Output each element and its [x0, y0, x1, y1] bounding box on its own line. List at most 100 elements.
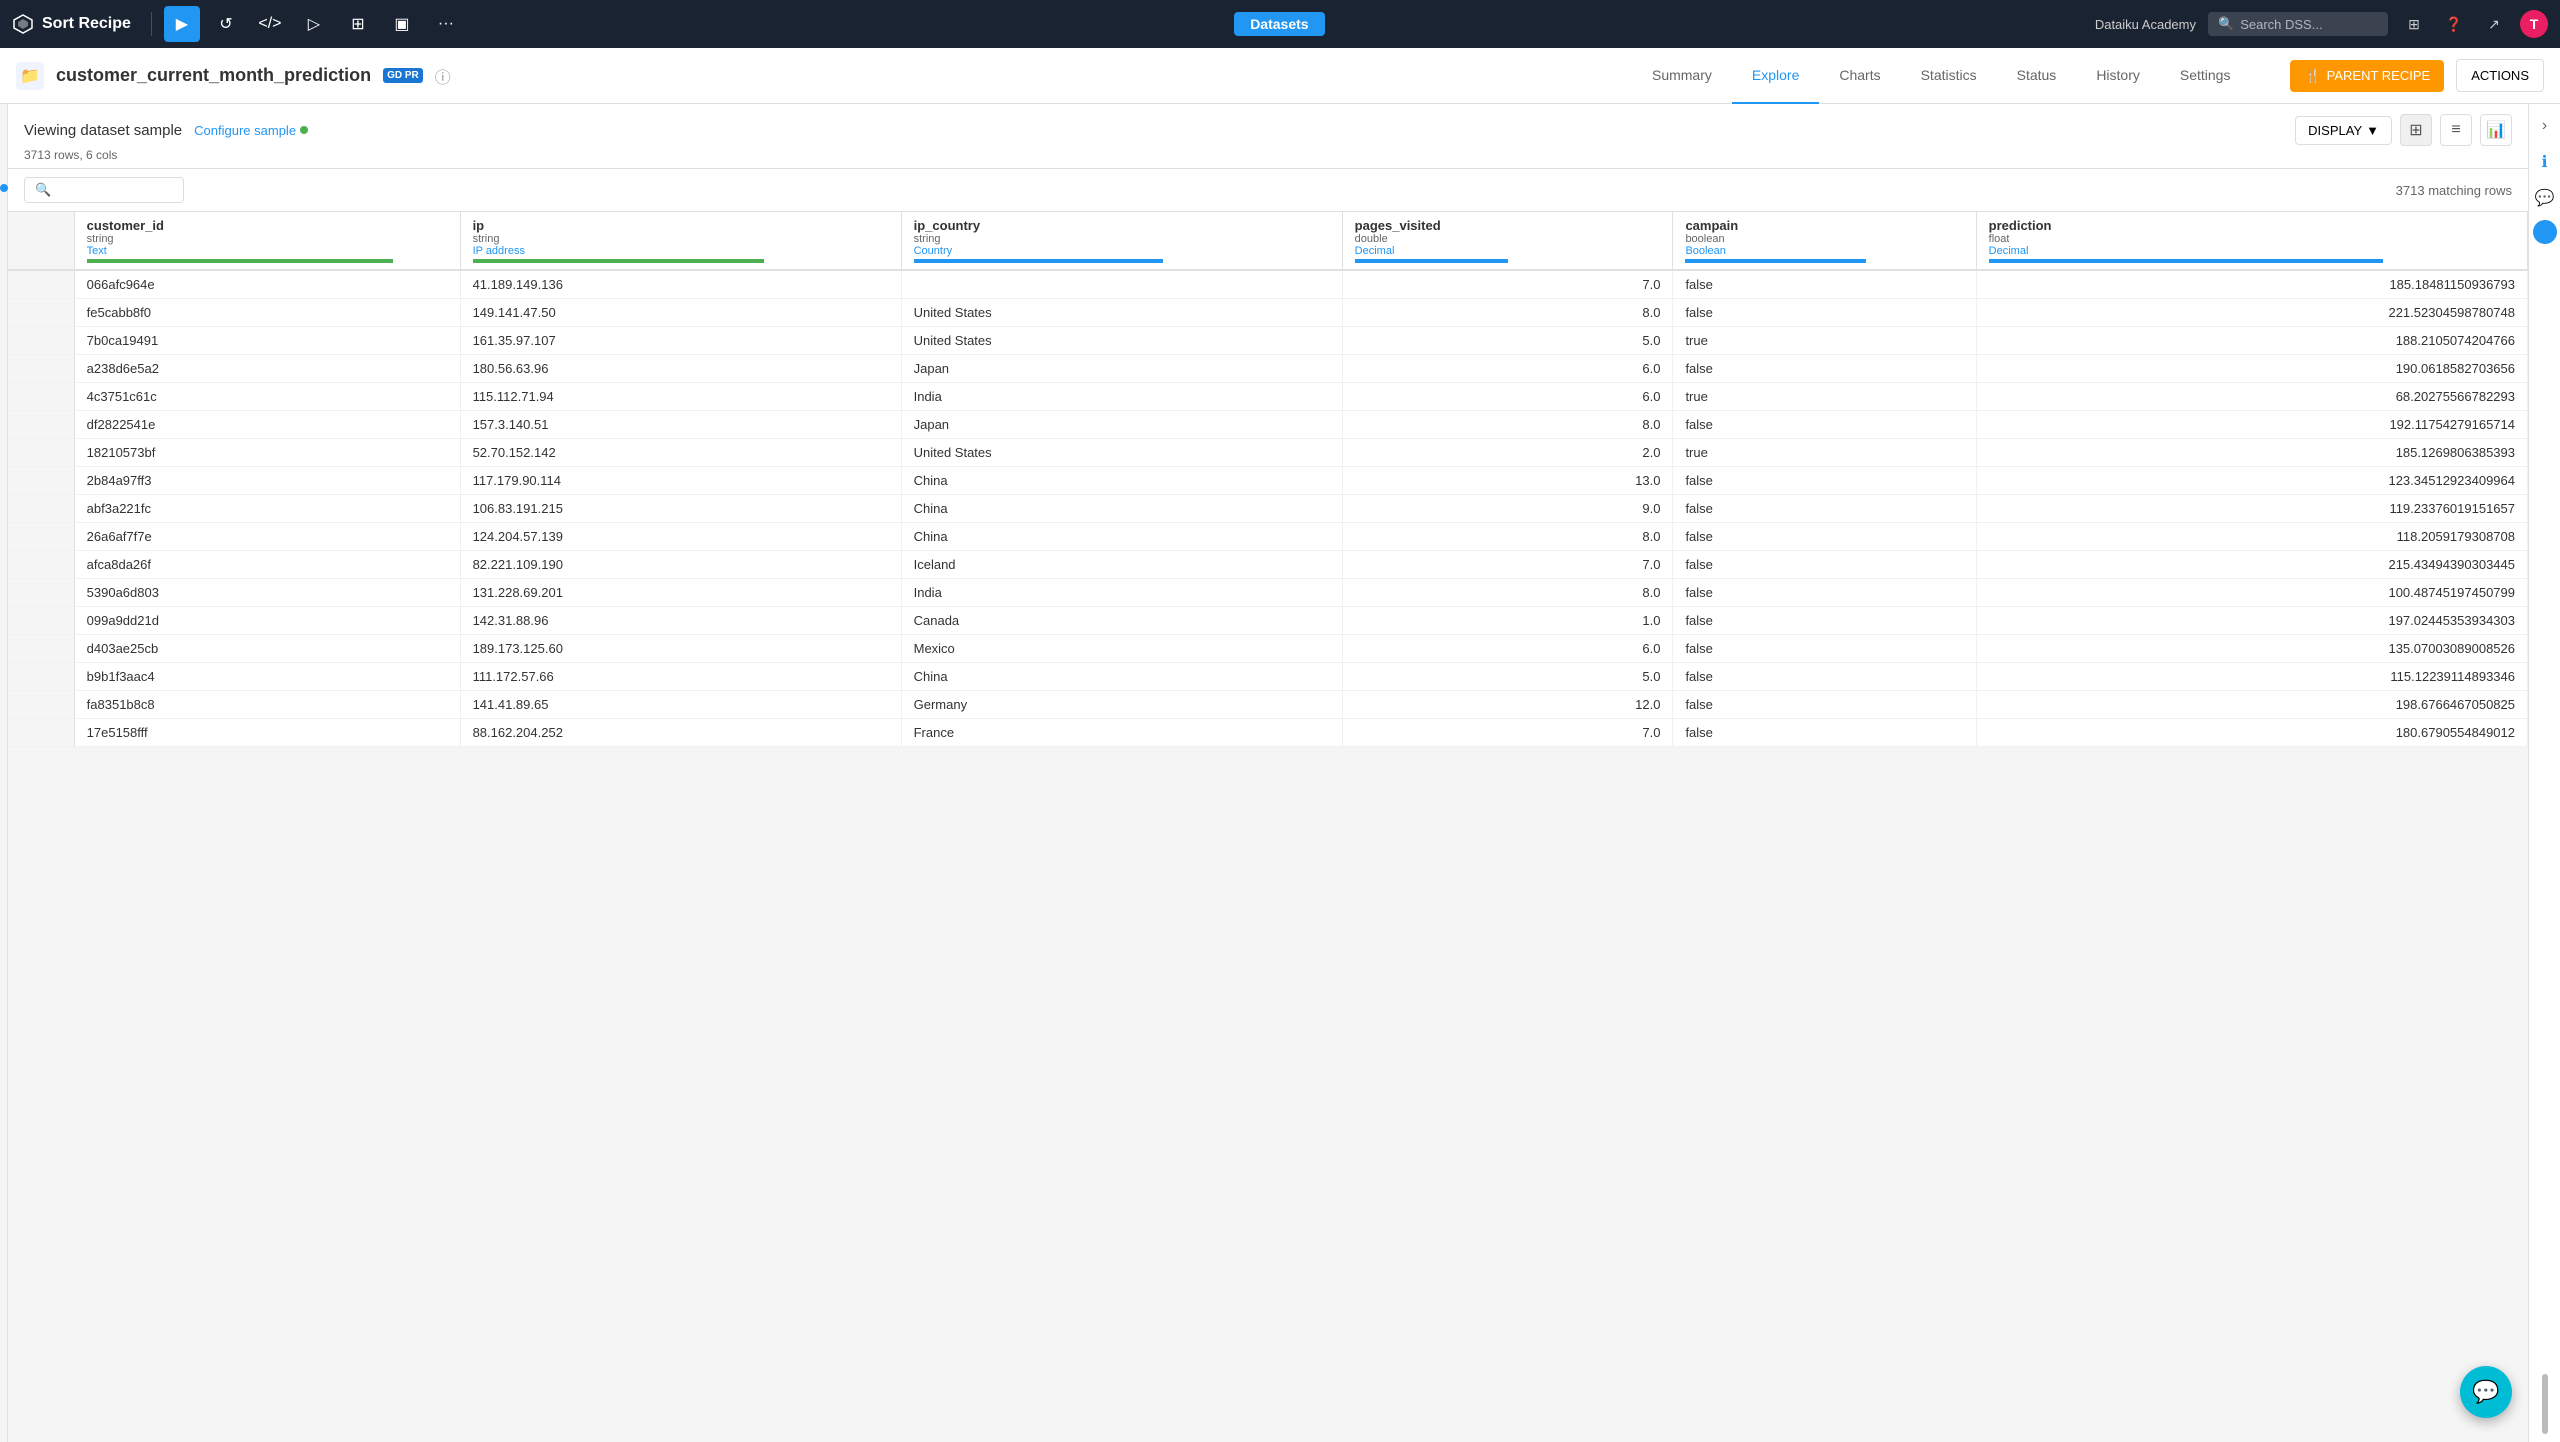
matching-rows-label: 3713 matching rows — [2396, 183, 2512, 198]
datasets-label[interactable]: Datasets — [1234, 12, 1324, 36]
cell-ip-country: India — [901, 383, 1342, 411]
cell-campain: false — [1673, 579, 1976, 607]
row-number — [8, 383, 74, 411]
actions-button[interactable]: ACTIONS — [2456, 59, 2544, 92]
cell-pages-visited: 8.0 — [1342, 299, 1673, 327]
configure-dot — [300, 126, 308, 134]
chat-fab-button[interactable]: 💬 — [2460, 1366, 2512, 1418]
info-icon[interactable]: ⓘ — [435, 64, 451, 88]
configure-sample-link[interactable]: Configure sample — [194, 123, 308, 138]
row-number — [8, 495, 74, 523]
col-header-customer-id[interactable]: customer_id string Text — [74, 212, 460, 270]
global-search-input[interactable] — [2240, 17, 2378, 32]
gdpr-badge: GD PR — [383, 68, 423, 83]
cell-pages-visited: 7.0 — [1342, 551, 1673, 579]
main-area: Viewing dataset sample Configure sample … — [8, 104, 2528, 1442]
rows-info: 3713 rows, 6 cols — [24, 146, 2512, 168]
nav-screen-icon[interactable]: ▣ — [384, 6, 420, 42]
nav-more-icon[interactable]: ··· — [428, 6, 464, 42]
help-icon[interactable]: ❓ — [2440, 10, 2468, 38]
table-row: 066afc964e 41.189.149.136 7.0 false 185.… — [8, 270, 2528, 299]
cell-ip-country: China — [901, 663, 1342, 691]
table-search-input[interactable] — [57, 183, 173, 198]
row-number — [8, 327, 74, 355]
cell-ip-country: France — [901, 719, 1342, 747]
navbar-center: Datasets — [472, 12, 2087, 36]
cell-ip-country: United States — [901, 439, 1342, 467]
cell-prediction: 115.12239114893346 — [1976, 663, 2527, 691]
user-avatar[interactable]: T — [2520, 10, 2548, 38]
tab-charts[interactable]: Charts — [1819, 48, 1900, 104]
row-number — [8, 607, 74, 635]
sidebar-chat-icon[interactable]: 💬 — [2531, 184, 2559, 212]
col-header-ip[interactable]: ip string IP address — [460, 212, 901, 270]
app-title: Sort Recipe — [42, 15, 131, 33]
table-row: 4c3751c61c 115.112.71.94 India 6.0 true … — [8, 383, 2528, 411]
table-row: 5390a6d803 131.228.69.201 India 8.0 fals… — [8, 579, 2528, 607]
col-header-ip-country[interactable]: ip_country string Country — [901, 212, 1342, 270]
display-button[interactable]: DISPLAY ▼ — [2295, 116, 2392, 145]
cell-campain: false — [1673, 523, 1976, 551]
cell-pages-visited: 6.0 — [1342, 383, 1673, 411]
table-header-row: customer_id string Text ip string IP add… — [8, 212, 2528, 270]
sidebar-circle-icon[interactable] — [2533, 220, 2557, 244]
cell-pages-visited: 1.0 — [1342, 607, 1673, 635]
cell-pages-visited: 8.0 — [1342, 411, 1673, 439]
trend-icon[interactable]: ↗ — [2480, 10, 2508, 38]
col-header-pages-visited[interactable]: pages_visited double Decimal — [1342, 212, 1673, 270]
col-header-campain[interactable]: campain boolean Boolean — [1673, 212, 1976, 270]
cell-customer-id: 2b84a97ff3 — [74, 467, 460, 495]
nav-grid-icon[interactable]: ⊞ — [340, 6, 376, 42]
cell-pages-visited: 8.0 — [1342, 579, 1673, 607]
cell-pages-visited: 5.0 — [1342, 663, 1673, 691]
tab-statistics[interactable]: Statistics — [1901, 48, 1997, 104]
grid-view-button[interactable]: ⊞ — [2400, 114, 2432, 146]
cell-prediction: 190.0618582703656 — [1976, 355, 2527, 383]
apps-icon[interactable]: ⊞ — [2400, 10, 2428, 38]
cell-customer-id: 066afc964e — [74, 270, 460, 299]
chart-view-button[interactable]: 📊 — [2480, 114, 2512, 146]
cell-ip-country: Japan — [901, 355, 1342, 383]
cell-campain: false — [1673, 495, 1976, 523]
tab-summary[interactable]: Summary — [1632, 48, 1732, 104]
cell-campain: true — [1673, 383, 1976, 411]
cell-ip-country: China — [901, 523, 1342, 551]
list-view-button[interactable]: ≡ — [2440, 114, 2472, 146]
cell-ip: 180.56.63.96 — [460, 355, 901, 383]
nav-flow-icon[interactable]: ▶ — [164, 6, 200, 42]
cell-prediction: 188.2105074204766 — [1976, 327, 2527, 355]
table-row: df2822541e 157.3.140.51 Japan 8.0 false … — [8, 411, 2528, 439]
tab-settings[interactable]: Settings — [2160, 48, 2251, 104]
nav-refresh-icon[interactable]: ↺ — [208, 6, 244, 42]
parent-recipe-icon: 🍴 — [2304, 68, 2320, 84]
row-number — [8, 635, 74, 663]
cell-customer-id: fa8351b8c8 — [74, 691, 460, 719]
nav-play-icon[interactable]: ▷ — [296, 6, 332, 42]
nav-code-icon[interactable]: </> — [252, 6, 288, 42]
row-number — [8, 663, 74, 691]
global-search-box[interactable]: 🔍 — [2208, 12, 2388, 36]
row-number — [8, 691, 74, 719]
cell-ip-country: Canada — [901, 607, 1342, 635]
table-row: a238d6e5a2 180.56.63.96 Japan 6.0 false … — [8, 355, 2528, 383]
table-row: b9b1f3aac4 111.172.57.66 China 5.0 false… — [8, 663, 2528, 691]
cell-prediction: 119.23376019151657 — [1976, 495, 2527, 523]
tab-status[interactable]: Status — [1997, 48, 2077, 104]
sidebar-arrow-icon[interactable]: › — [2531, 112, 2559, 140]
cell-customer-id: d403ae25cb — [74, 635, 460, 663]
dataset-folder-icon: 📁 — [16, 62, 44, 90]
table-row: 17e5158fff 88.162.204.252 France 7.0 fal… — [8, 719, 2528, 747]
row-number — [8, 579, 74, 607]
col-header-prediction[interactable]: prediction float Decimal — [1976, 212, 2527, 270]
data-table-container[interactable]: customer_id string Text ip string IP add… — [8, 212, 2528, 1442]
tab-history[interactable]: History — [2076, 48, 2160, 104]
scrollbar-thumb[interactable] — [2542, 1374, 2548, 1434]
cell-pages-visited: 13.0 — [1342, 467, 1673, 495]
parent-recipe-button[interactable]: 🍴 PARENT RECIPE — [2290, 60, 2444, 92]
tab-explore[interactable]: Explore — [1732, 48, 1819, 104]
cell-pages-visited: 7.0 — [1342, 719, 1673, 747]
sidebar-info-icon[interactable]: ℹ — [2531, 148, 2559, 176]
table-search-box[interactable]: 🔍 — [24, 177, 184, 203]
dataiku-academy-label[interactable]: Dataiku Academy — [2095, 17, 2196, 32]
nav-separator-1 — [151, 12, 152, 36]
